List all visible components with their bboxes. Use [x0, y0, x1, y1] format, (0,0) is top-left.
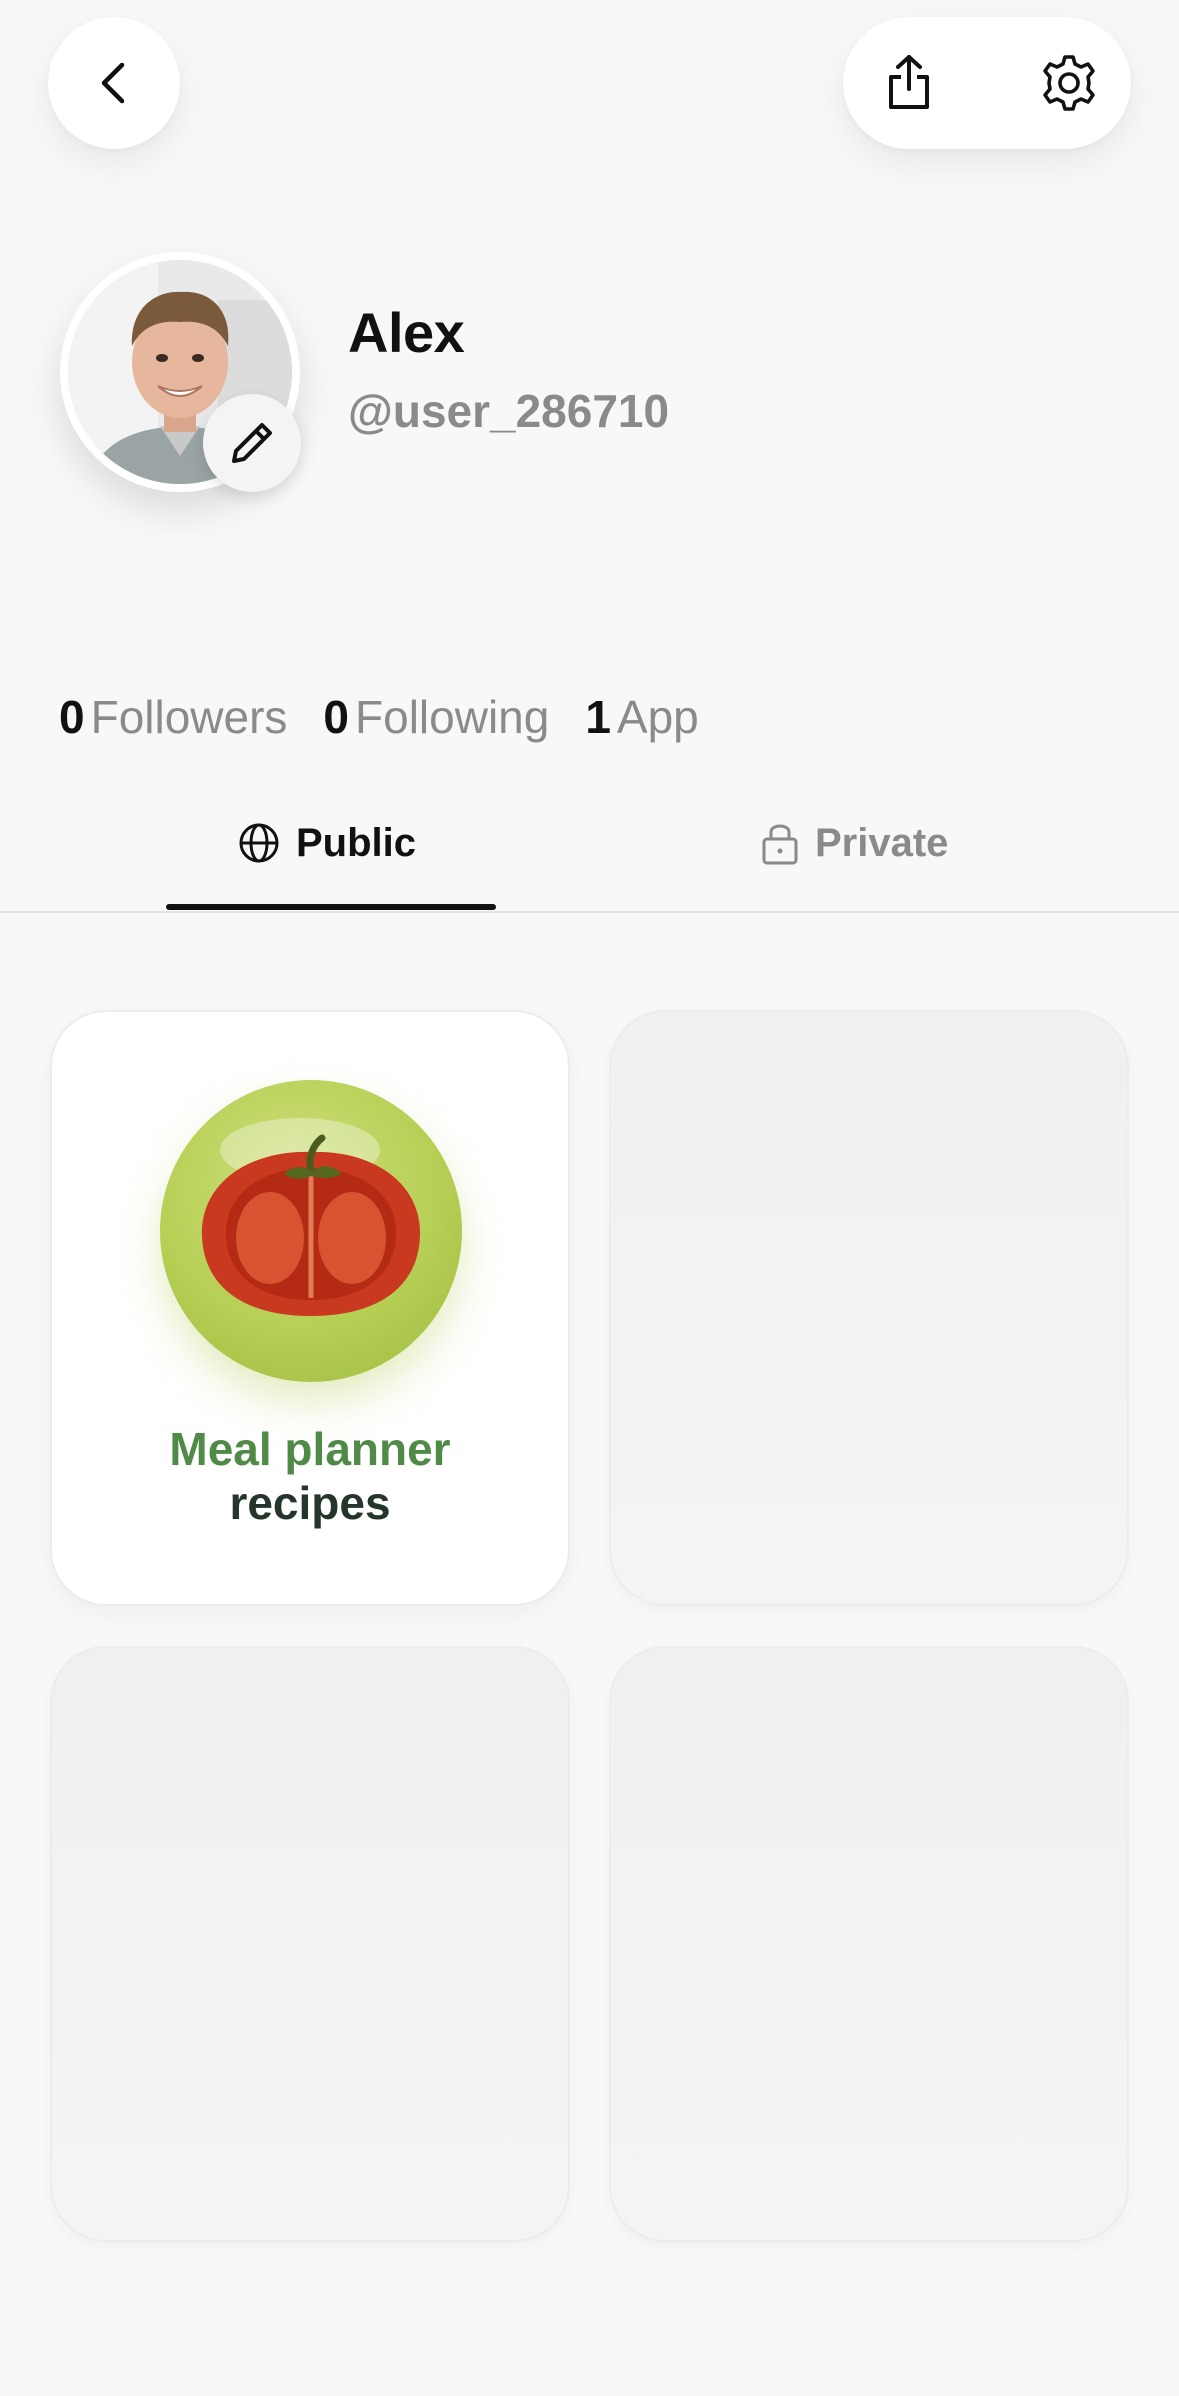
app-title: Meal planner recipes [52, 1422, 568, 1530]
tomato-icon [160, 1080, 462, 1382]
app-title-line1: Meal planner [169, 1423, 451, 1475]
display-name: Alex [348, 301, 465, 364]
tab-public-label: Public [296, 820, 417, 865]
empty-app-slot [609, 1010, 1129, 1606]
globe-icon [239, 823, 279, 863]
app-title-line2: recipes [229, 1477, 391, 1529]
apps-label: App [616, 691, 699, 743]
gear-icon [1043, 55, 1095, 111]
share-icon [889, 55, 929, 109]
edit-avatar-button[interactable] [203, 394, 301, 492]
share-button[interactable] [879, 53, 939, 113]
tab-private[interactable]: Private [761, 808, 948, 878]
settings-button[interactable] [1039, 53, 1099, 113]
following-label: Following [355, 691, 550, 743]
apps-stat[interactable]: 1 App [585, 690, 698, 744]
tabs-divider [0, 911, 1179, 913]
tab-public[interactable]: Public [238, 808, 416, 878]
profile-stats: 0 Followers 0 Following 1 App [59, 690, 699, 744]
empty-app-slot [609, 1646, 1129, 2242]
empty-app-slot [50, 1646, 570, 2242]
pencil-icon [232, 423, 272, 463]
apps-count: 1 [585, 691, 611, 743]
top-actions-group [843, 17, 1131, 149]
following-stat[interactable]: 0 Following [323, 690, 549, 744]
active-tab-indicator [166, 904, 496, 910]
followers-count: 0 [59, 691, 85, 743]
tab-private-label: Private [815, 820, 949, 865]
chevron-left-icon [84, 53, 144, 113]
app-card-meal-planner[interactable]: Meal planner recipes [50, 1010, 570, 1606]
followers-label: Followers [90, 691, 288, 743]
back-button[interactable] [48, 17, 180, 149]
lock-icon [762, 824, 798, 865]
followers-stat[interactable]: 0 Followers [59, 690, 287, 744]
following-count: 0 [323, 691, 350, 743]
username: @user_286710 [348, 385, 670, 437]
